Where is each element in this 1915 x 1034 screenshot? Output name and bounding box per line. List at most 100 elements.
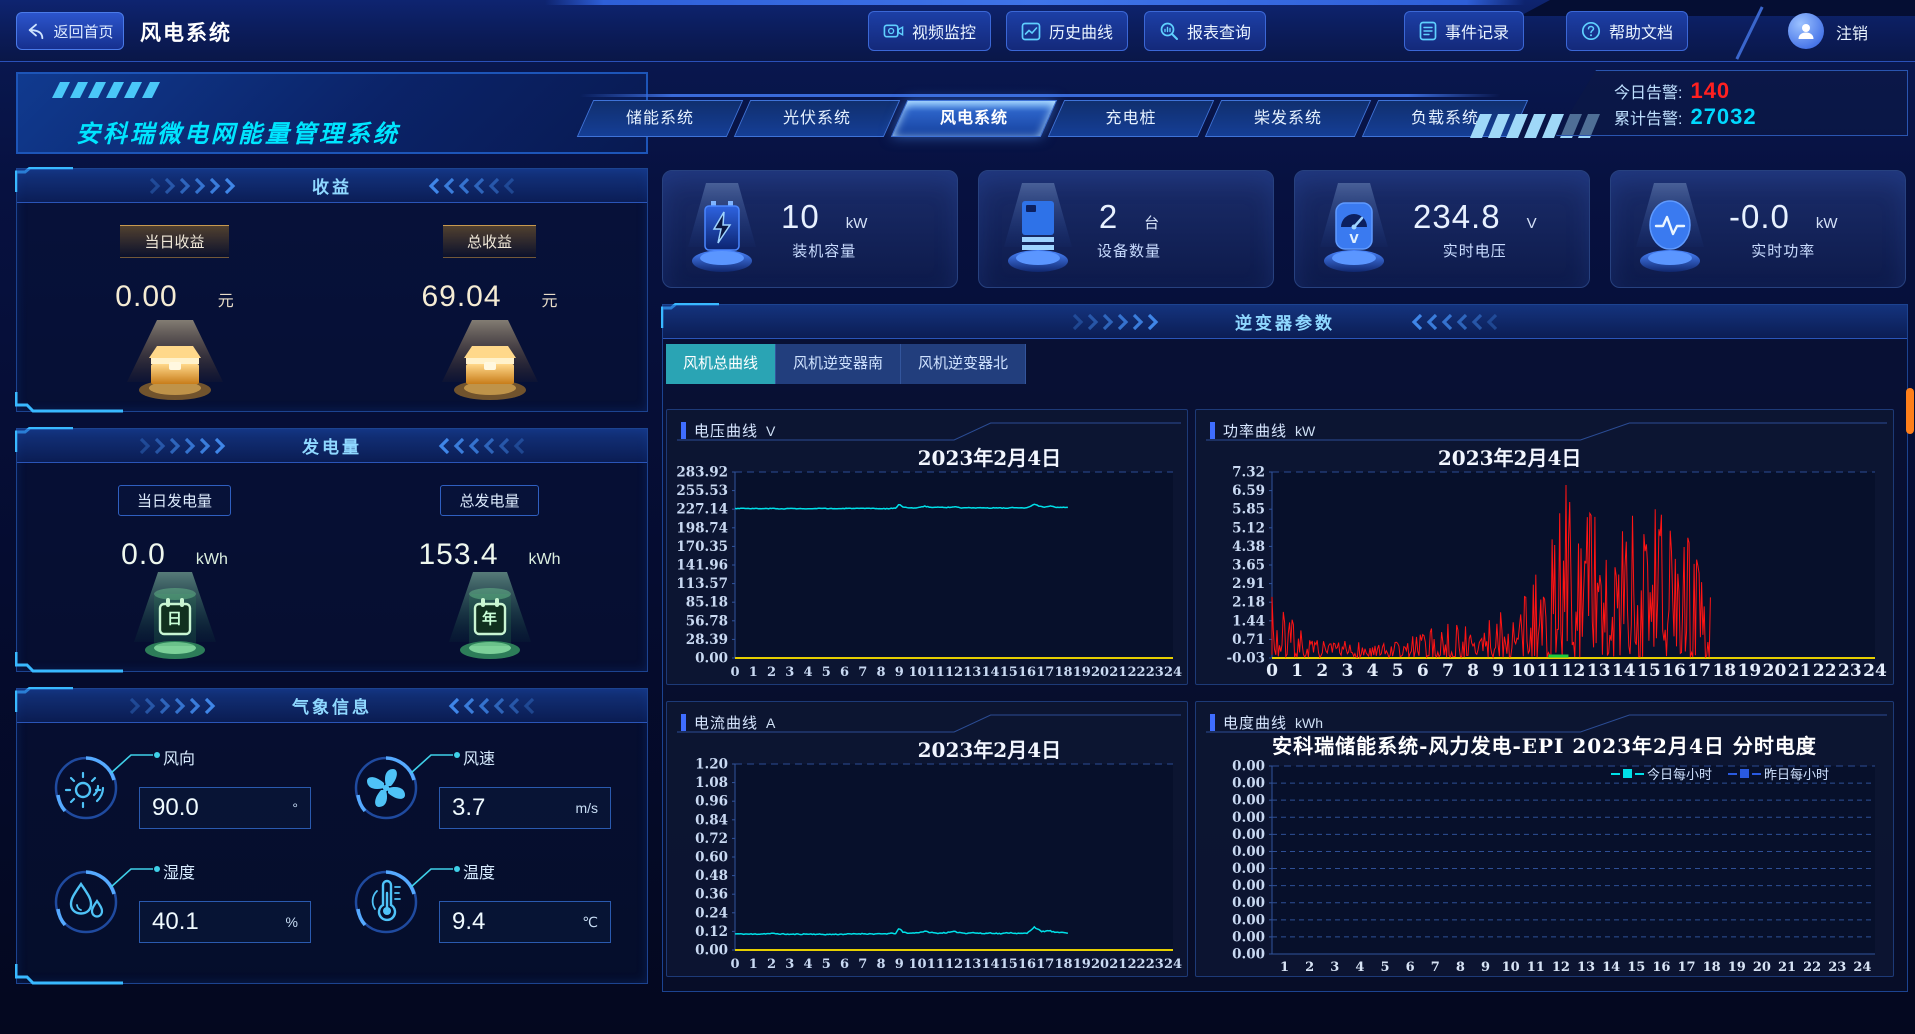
svg-text:2.18: 2.18 (1232, 595, 1265, 611)
year-calendar-char: 年 (482, 608, 497, 629)
wind-speed-box: 3.7 m/s (439, 787, 611, 829)
alarm-total-label: 累计告警: (1614, 105, 1682, 129)
power-chart-title: 功率曲线 (1223, 420, 1287, 441)
svg-text:3: 3 (785, 957, 794, 972)
svg-text:0.00: 0.00 (1232, 827, 1265, 843)
svg-text:15: 15 (1627, 960, 1645, 975)
year-calendar-icon: 年 (435, 572, 545, 668)
event-log-button[interactable]: 事件记录 (1404, 11, 1524, 51)
svg-text:19: 19 (1738, 661, 1762, 681)
svg-text:6: 6 (1417, 661, 1429, 681)
daily-generation-label: 当日发电量 (118, 485, 231, 516)
svg-text:8: 8 (876, 665, 885, 680)
connector-line (409, 863, 461, 889)
report-query-button[interactable]: 报表查询 (1144, 11, 1266, 51)
svg-text:-0.03: -0.03 (1227, 651, 1265, 667)
svg-text:21: 21 (1788, 661, 1812, 681)
svg-text:17: 17 (1036, 665, 1054, 680)
energy-chart-panel: 电度曲线 kWh 安科瑞储能系统-风力发电-EPI 2023年2月4日 分时电度… (1195, 701, 1894, 977)
wind-speed-unit: m/s (575, 800, 598, 816)
title-bar-icon (1210, 422, 1215, 439)
scrollbar-thumb[interactable] (1906, 388, 1914, 434)
system-tab-wind[interactable]: 风电系统 (891, 100, 1057, 137)
svg-text:11: 11 (927, 957, 945, 972)
svg-text:0.60: 0.60 (695, 850, 728, 866)
title-bar-icon (681, 422, 686, 439)
voltage-gauge-icon: V (1295, 179, 1413, 279)
svg-text:5: 5 (822, 665, 831, 680)
logout-button[interactable]: 注销 (1836, 20, 1868, 44)
dashboard: 返回首页 风电系统 视频监控 历史曲线 报表查询 (0, 0, 1915, 1034)
svg-text:0: 0 (730, 665, 739, 680)
tab-total-curve[interactable]: 风机总曲线 (666, 344, 776, 384)
svg-text:0.00: 0.00 (1232, 895, 1265, 911)
temperature-box: 9.4 ℃ (439, 901, 611, 943)
money-box-icon (115, 318, 235, 410)
svg-text:18: 18 (1054, 665, 1072, 680)
history-curve-label: 历史曲线 (1049, 19, 1113, 43)
svg-text:3: 3 (1330, 960, 1339, 975)
svg-text:16: 16 (1018, 957, 1036, 972)
realtime-power-label: 实时功率 (1751, 240, 1815, 261)
wind-direction-unit: ° (292, 800, 298, 816)
video-monitor-label: 视频监控 (912, 19, 976, 43)
svg-text:10: 10 (908, 665, 926, 680)
svg-text:0.84: 0.84 (695, 812, 728, 828)
svg-text:3: 3 (1341, 661, 1353, 681)
total-generation-unit: kWh (529, 551, 561, 569)
legend-yesterday[interactable]: 昨日每小时 (1728, 764, 1829, 783)
help-docs-button[interactable]: 帮助文档 (1566, 11, 1688, 51)
tab-inverter-north[interactable]: 风机逆变器北 (901, 344, 1026, 384)
total-generation-label: 总发电量 (440, 485, 538, 516)
svg-text:12: 12 (1552, 960, 1570, 975)
revenue-panel-title: 收益 (312, 173, 352, 198)
svg-text:6.59: 6.59 (1232, 483, 1265, 499)
history-chart-icon (1021, 22, 1041, 41)
svg-text:12: 12 (945, 957, 963, 972)
svg-text:9: 9 (895, 957, 904, 972)
svg-text:4.38: 4.38 (1232, 539, 1265, 555)
svg-text:8: 8 (1467, 661, 1479, 681)
video-monitor-button[interactable]: 视频监控 (868, 11, 991, 51)
installed-capacity-card: 10 kW 装机容量 (662, 170, 958, 288)
svg-text:5: 5 (822, 957, 831, 972)
page-title: 风电系统 (140, 17, 232, 47)
svg-text:4: 4 (1367, 661, 1379, 681)
daily-revenue-item: 当日收益 0.00 元 (17, 203, 332, 410)
generation-panel: 发电量 当日发电量 0.0 kWh (16, 428, 648, 672)
svg-text:4: 4 (1355, 960, 1364, 975)
svg-text:0.00: 0.00 (1232, 776, 1265, 792)
device-count-card: 2 台 设备数量 (978, 170, 1274, 288)
back-home-button[interactable]: 返回首页 (16, 12, 124, 50)
history-curve-button[interactable]: 历史曲线 (1006, 11, 1128, 51)
svg-text:1: 1 (749, 665, 758, 680)
system-tab-charging[interactable]: 充电桩 (1048, 100, 1214, 137)
svg-text:56.78: 56.78 (686, 613, 728, 629)
svg-text:0.00: 0.00 (1232, 947, 1265, 963)
legend-dash (1752, 773, 1761, 775)
installed-capacity-value: 10 (781, 198, 820, 236)
power-chart-head: 功率曲线 kW (1210, 420, 1315, 441)
alarm-summary: 今日告警: 140 累计告警: 27032 (1556, 70, 1908, 136)
system-tab-storage[interactable]: 储能系统 (577, 100, 743, 137)
system-tab-diesel[interactable]: 柴发系统 (1205, 100, 1371, 137)
tab-inverter-south[interactable]: 风机逆变器南 (776, 344, 901, 384)
weather-panel: 气象信息 (16, 688, 648, 984)
temperature-item: 温度 9.4 ℃ (353, 855, 653, 965)
system-tab-pv[interactable]: 光伏系统 (734, 100, 900, 137)
svg-text:24: 24 (1164, 665, 1182, 680)
user-avatar[interactable] (1788, 13, 1824, 49)
svg-text:0.96: 0.96 (695, 794, 728, 810)
svg-text:0.00: 0.00 (695, 943, 728, 959)
help-docs-label: 帮助文档 (1609, 19, 1673, 43)
legend-today[interactable]: 今日每小时 (1611, 764, 1712, 783)
svg-text:18: 18 (1703, 960, 1721, 975)
svg-text:16: 16 (1018, 665, 1036, 680)
brand-title: 安科瑞微电网能量管理系统 (76, 114, 400, 149)
svg-text:113.57: 113.57 (676, 576, 728, 592)
svg-text:198.74: 198.74 (676, 520, 728, 536)
energy-chart-main-title: 安科瑞储能系统-风力发电-EPI 2023年2月4日 分时电度 (1196, 730, 1893, 759)
svg-text:15: 15 (1637, 661, 1661, 681)
svg-text:19: 19 (1073, 665, 1091, 680)
svg-text:5: 5 (1381, 960, 1390, 975)
